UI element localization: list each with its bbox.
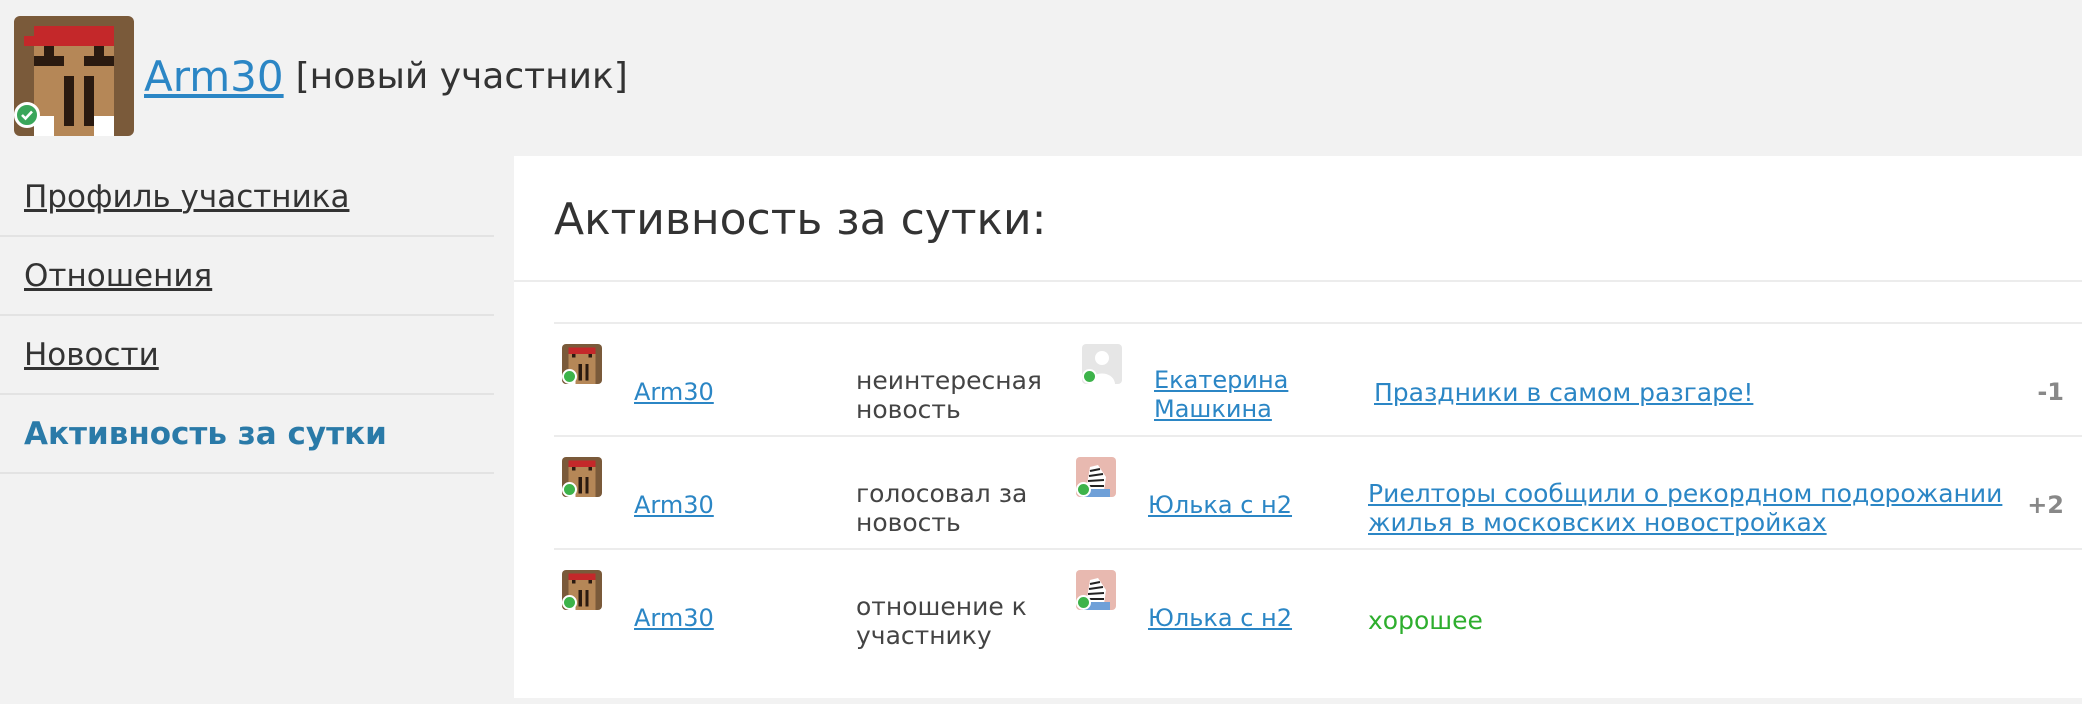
relation-value: хорошее (1368, 606, 1483, 635)
object-link[interactable]: Праздники в самом разгаре! (1374, 378, 2054, 407)
zebra-avatar-icon (1076, 570, 1116, 610)
target-link[interactable]: Юлька с н2 (1148, 604, 1308, 633)
score-value: +2 (2027, 491, 2064, 519)
verified-check-icon (14, 102, 40, 128)
target-avatar[interactable] (1076, 457, 1116, 497)
target-link[interactable]: Екатерина Машкина (1154, 366, 1314, 424)
actor-link[interactable]: Arm30 (634, 378, 714, 406)
activity-table: Arm30 неинтересная новость Екатерина Маш… (554, 322, 2082, 661)
sidebar-item-news[interactable]: Новости (0, 316, 494, 395)
divider (514, 280, 2082, 282)
user-avatar[interactable] (14, 16, 134, 136)
online-status-icon (1076, 595, 1091, 610)
action-text: голосовал за новость (856, 479, 1028, 537)
online-status-icon (562, 482, 577, 497)
sidebar-item-daily-activity[interactable]: Активность за сутки (0, 395, 494, 474)
page-title: Активность за сутки: (554, 194, 1047, 245)
online-status-icon (562, 369, 577, 384)
target-avatar[interactable] (1076, 570, 1116, 610)
action-text: неинтересная новость (856, 366, 1042, 424)
score-value: -1 (2037, 378, 2064, 406)
user-avatar-small[interactable] (562, 570, 602, 610)
action-text: отношение к участнику (856, 592, 1027, 650)
object-link[interactable]: Риелторы сообщили о рекордном подорожани… (1368, 479, 2048, 537)
table-row: Arm30 отношение к участнику Юлька с н2 х… (554, 550, 2082, 661)
user-avatar-small[interactable] (562, 457, 602, 497)
actor-link[interactable]: Arm30 (634, 491, 714, 519)
actor-link[interactable]: Arm30 (634, 604, 714, 632)
zebra-avatar-icon (1076, 457, 1116, 497)
sidebar-item-profile[interactable]: Профиль участника (0, 158, 494, 237)
online-status-icon (562, 595, 577, 610)
target-link[interactable]: Юлька с н2 (1148, 491, 1308, 520)
user-status: [новый участник] (295, 55, 628, 97)
online-status-icon (1076, 482, 1091, 497)
activity-panel: Активность за сутки: Arm30 неинтересная … (514, 156, 2082, 698)
sidebar-item-relations[interactable]: Отношения (0, 237, 494, 316)
user-avatar-small[interactable] (562, 344, 602, 384)
table-row: Arm30 голосовал за новость Юлька с н2 Ри… (554, 437, 2082, 550)
online-status-icon (1082, 369, 1097, 384)
sidebar-nav: Профиль участника Отношения Новости Акти… (0, 158, 494, 474)
profile-header: Arm30 [новый участник] (14, 16, 628, 136)
target-avatar[interactable] (1082, 344, 1122, 384)
table-row: Arm30 неинтересная новость Екатерина Маш… (554, 324, 2082, 437)
placeholder-avatar-icon (1082, 344, 1122, 384)
username-link[interactable]: Arm30 (144, 52, 284, 101)
